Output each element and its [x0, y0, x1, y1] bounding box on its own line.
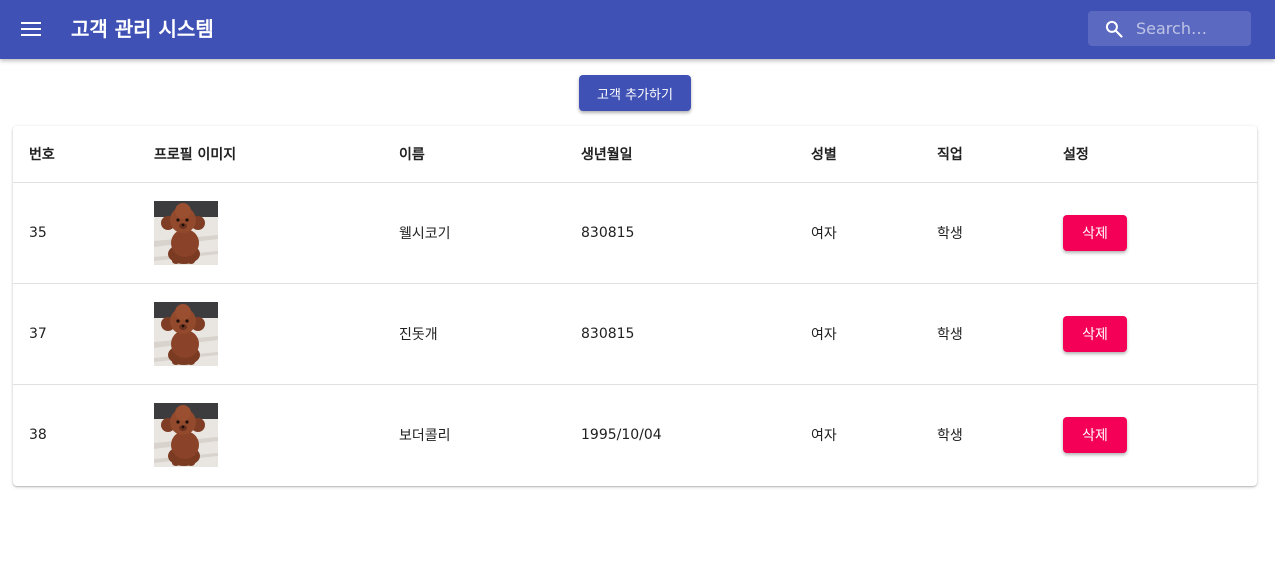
- hamburger-menu-icon: [21, 22, 41, 36]
- menu-button[interactable]: [11, 9, 51, 49]
- cell-name: 진돗개: [383, 283, 565, 385]
- customer-table: 번호 프로필 이미지 이름 생년월일 성별 직업 설정 35 웰시코기 8308…: [13, 126, 1257, 485]
- app-title: 고객 관리 시스템: [71, 17, 214, 41]
- cell-id: 35: [13, 182, 138, 284]
- cell-profile-image: [138, 384, 383, 485]
- delete-button[interactable]: 삭제: [1063, 416, 1127, 453]
- cell-job: 학생: [921, 182, 1047, 284]
- app-bar: 고객 관리 시스템: [0, 0, 1275, 59]
- profile-image: [154, 302, 218, 366]
- cell-job: 학생: [921, 283, 1047, 385]
- header-birthday: 생년월일: [565, 126, 795, 183]
- cell-id: 37: [13, 283, 138, 385]
- add-customer-button[interactable]: 고객 추가하기: [579, 75, 691, 111]
- delete-button[interactable]: 삭제: [1063, 315, 1127, 352]
- cell-settings: 삭제: [1047, 283, 1257, 385]
- header-job: 직업: [921, 126, 1047, 183]
- profile-image: [154, 403, 218, 467]
- cell-settings: 삭제: [1047, 182, 1257, 284]
- cell-gender: 여자: [811, 427, 837, 444]
- cell-job: 학생: [937, 427, 963, 444]
- table-row: 35 웰시코기 830815 여자 학생 삭제: [13, 182, 1257, 284]
- cell-profile-image: [138, 182, 383, 284]
- header-profile-image: 프로필 이미지: [138, 126, 383, 183]
- cell-gender: 여자: [795, 283, 921, 385]
- customer-table-container: 번호 프로필 이미지 이름 생년월일 성별 직업 설정 35 웰시코기 8308…: [13, 126, 1257, 486]
- cell-profile-image: [138, 283, 383, 385]
- search-box[interactable]: [1088, 11, 1251, 46]
- cell-gender: 여자: [795, 182, 921, 284]
- cell-birthday: 830815: [565, 283, 795, 385]
- table-row: 38 보더콜리 1995/10/04 여자 학생 삭제: [13, 384, 1257, 485]
- delete-button[interactable]: 삭제: [1063, 214, 1127, 251]
- cell-birthday: 1995/10/04: [581, 426, 662, 443]
- cell-settings: 삭제: [1047, 384, 1257, 485]
- header-id: 번호: [13, 126, 138, 183]
- search-input[interactable]: [1136, 11, 1244, 46]
- search-icon: [1105, 20, 1123, 38]
- cell-id: 38: [29, 426, 47, 443]
- header-settings: 설정: [1047, 126, 1257, 183]
- cell-birthday: 830815: [565, 182, 795, 284]
- cell-name: 웰시코기: [383, 182, 565, 284]
- table-row: 37 진돗개 830815 여자 학생 삭제: [13, 283, 1257, 385]
- table-header-row: 번호 프로필 이미지 이름 생년월일 성별 직업 설정: [13, 126, 1257, 183]
- profile-image: [154, 201, 218, 265]
- header-name: 이름: [383, 126, 565, 183]
- cell-name: 보더콜리: [399, 427, 451, 444]
- header-gender: 성별: [795, 126, 921, 183]
